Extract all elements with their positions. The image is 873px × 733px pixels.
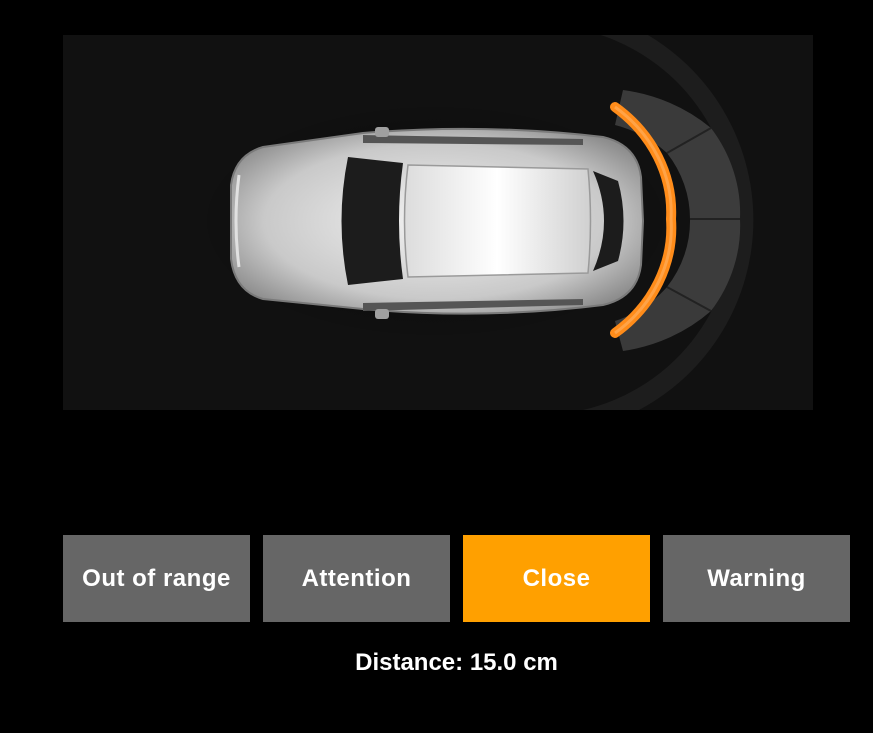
zone-out-of-range-button[interactable]: Out of range xyxy=(63,535,250,622)
zone-warning-button[interactable]: Warning xyxy=(663,535,850,622)
mirror-left xyxy=(375,127,389,137)
distance-readout: Distance: 15.0 cm xyxy=(355,649,558,676)
parking-visual xyxy=(195,35,754,410)
mirror-right xyxy=(375,309,389,319)
car-top-view-icon xyxy=(230,127,645,319)
zone-close-button[interactable]: Close xyxy=(463,535,650,622)
parking-camera-view xyxy=(63,35,813,410)
car-roof xyxy=(403,164,592,278)
windshield xyxy=(341,157,403,285)
zone-indicator-bar: Out of range Attention Close Warning xyxy=(63,535,851,622)
zone-attention-button[interactable]: Attention xyxy=(263,535,450,622)
